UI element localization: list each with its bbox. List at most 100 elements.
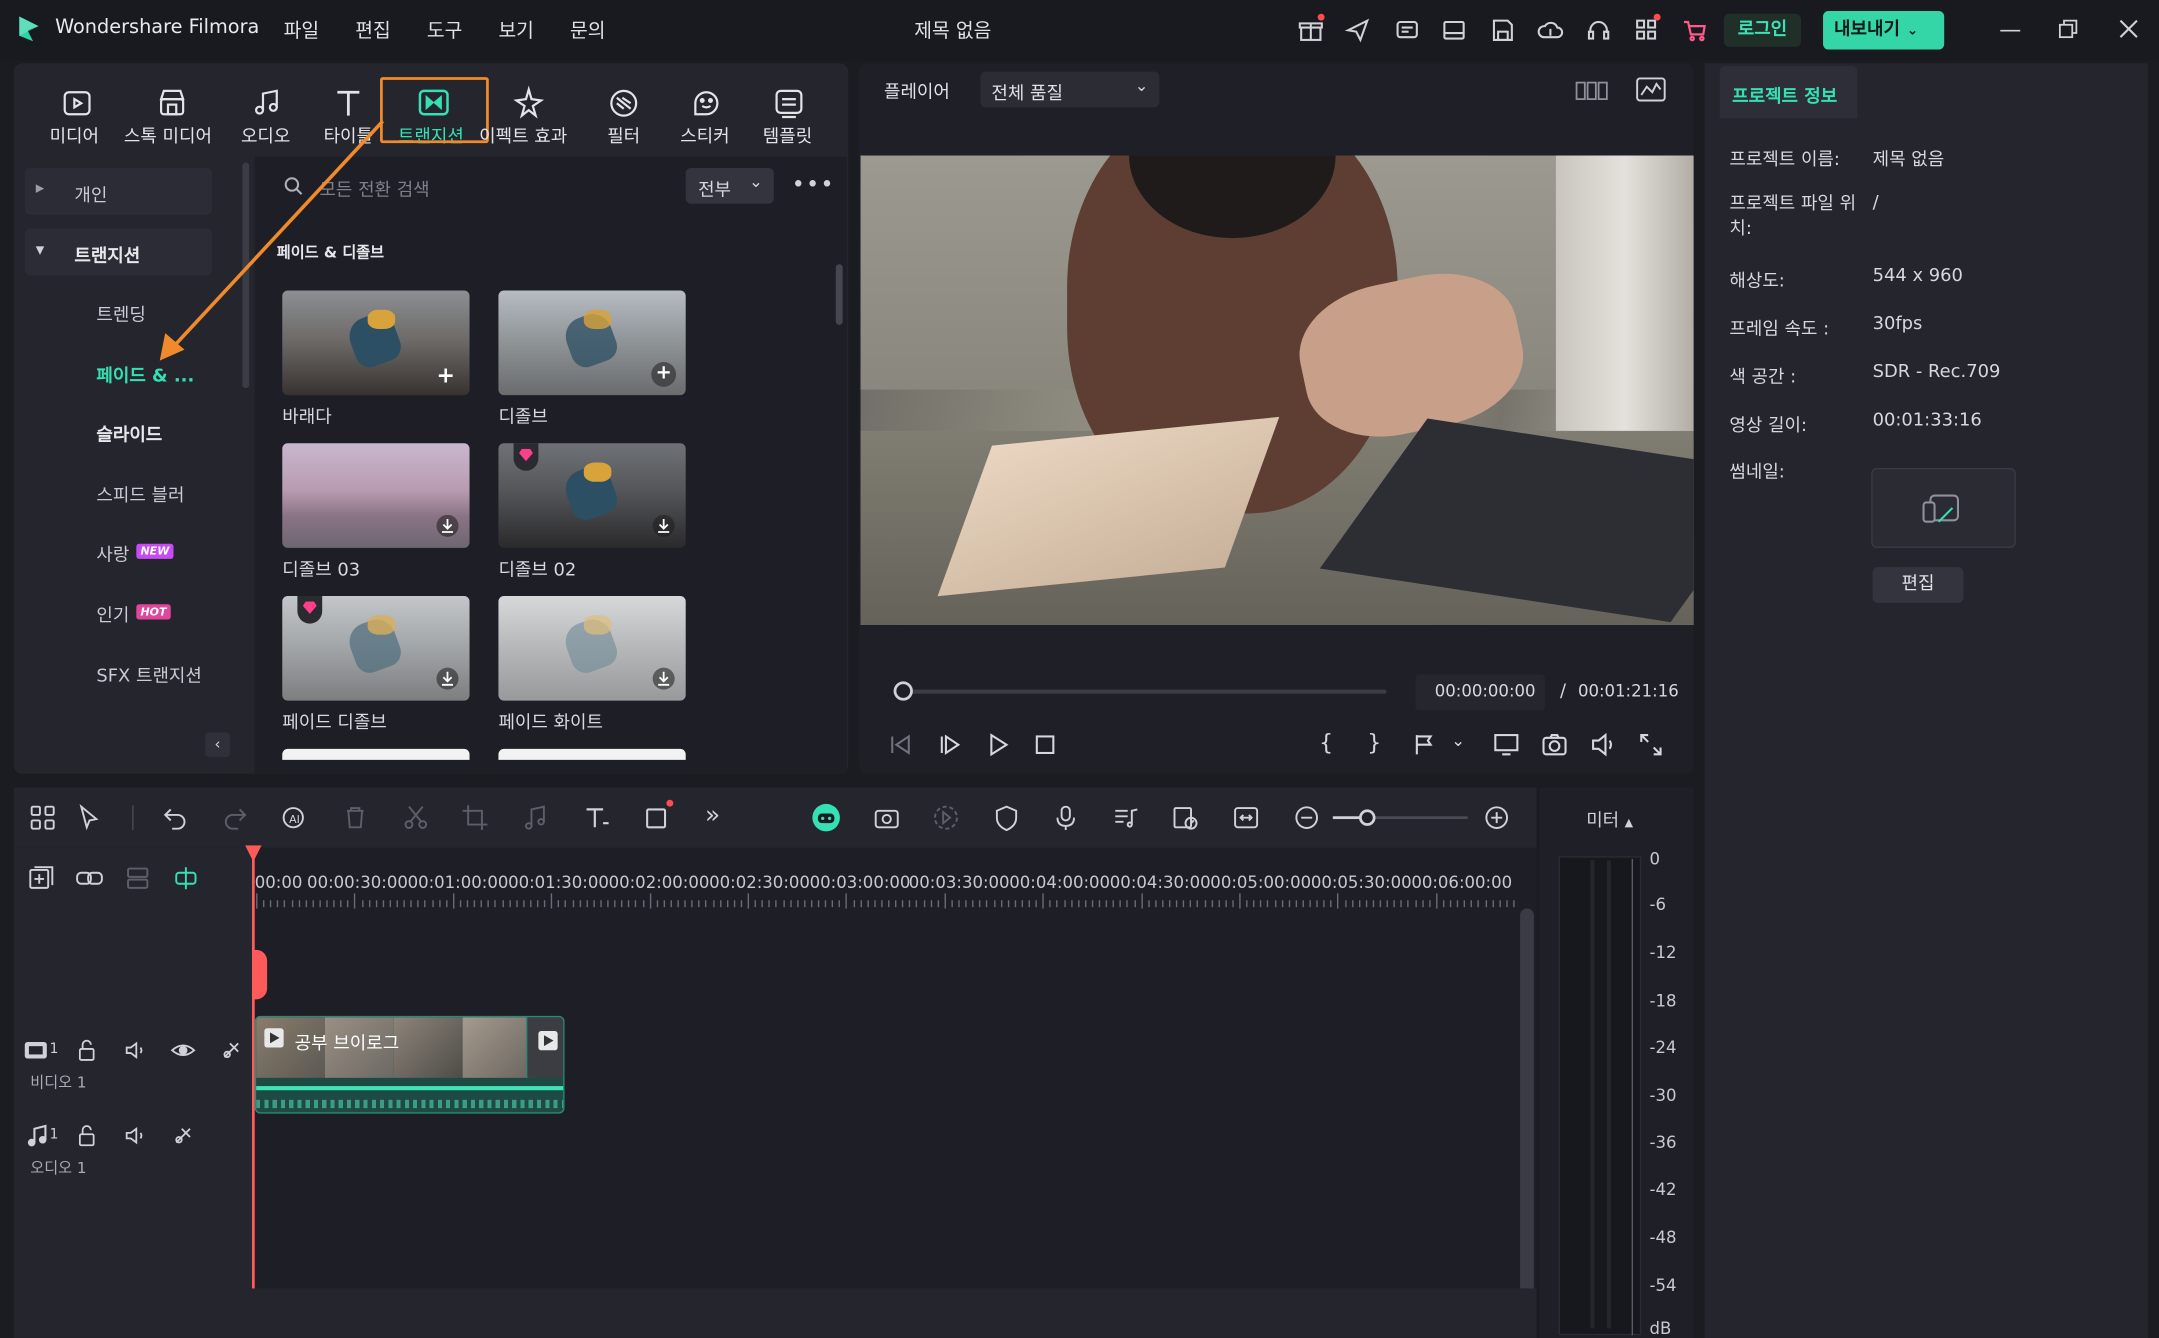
cart-icon[interactable] [1681, 17, 1709, 45]
edit-thumbnail-button[interactable]: 편집 [1872, 567, 1964, 603]
tab-media[interactable]: 미디어 [50, 121, 99, 148]
tab-effects[interactable]: 이펙트 효과 [479, 121, 567, 148]
tab-sticker[interactable]: 스티커 [680, 121, 729, 148]
speaker-icon[interactable] [123, 1123, 148, 1148]
save-icon[interactable] [1488, 17, 1516, 45]
redo-icon[interactable] [220, 803, 250, 833]
effects-icon[interactable] [511, 85, 547, 121]
ai-tool-icon[interactable]: AI [280, 803, 310, 833]
sidebar-item-trending[interactable]: 트렌딩 [96, 300, 145, 327]
sidebar-item-fade[interactable]: 페이드 & ... [96, 361, 194, 387]
menu-file[interactable]: 파일 [284, 17, 319, 45]
fullscreen-icon[interactable] [1636, 730, 1666, 760]
sidebar-item-love[interactable]: 사랑 [96, 540, 129, 566]
mute-fx-icon[interactable] [171, 1123, 196, 1148]
video-preview[interactable] [860, 155, 1694, 625]
sidebar-item-slide[interactable]: 슬라이드 [96, 420, 162, 446]
grid-scrollbar[interactable] [835, 264, 843, 325]
text-tool-icon[interactable] [581, 803, 611, 833]
video-clip[interactable]: 공부 브이로그 [254, 1015, 565, 1114]
marker-icon[interactable] [1410, 730, 1440, 760]
feedback-icon[interactable] [1393, 17, 1421, 45]
tab-filter[interactable]: 필터 [607, 121, 640, 148]
motion-icon[interactable] [931, 803, 961, 833]
ai-copilot-icon[interactable] [811, 803, 841, 833]
close-icon[interactable] [2119, 19, 2138, 38]
speaker-icon[interactable] [123, 1038, 148, 1063]
menu-view[interactable]: 보기 [498, 17, 533, 45]
snapshot-icon[interactable] [1539, 730, 1569, 760]
zoom-in-icon[interactable] [1482, 803, 1512, 833]
progress-handle[interactable] [893, 681, 913, 701]
speed-icon[interactable] [1170, 803, 1200, 833]
shape-tool-icon[interactable] [642, 803, 672, 833]
prev-frame-icon[interactable] [885, 730, 915, 760]
headset-icon[interactable] [1585, 17, 1613, 45]
chevron-down-icon[interactable]: ⌄ [1451, 731, 1465, 750]
eye-icon[interactable] [170, 1038, 196, 1063]
display-icon[interactable] [1491, 730, 1521, 760]
more-options-icon[interactable]: ••• [792, 171, 835, 197]
tab-project-info[interactable]: 프로젝트 정보 [1719, 66, 1858, 119]
crop-icon[interactable] [460, 803, 490, 833]
template-icon[interactable] [771, 85, 807, 121]
timeline-scrollbar[interactable] [1520, 908, 1534, 1322]
audio-list-icon[interactable] [1111, 803, 1141, 833]
play-icon[interactable] [983, 730, 1013, 760]
download-icon[interactable] [436, 667, 459, 690]
add-track-icon[interactable] [26, 863, 56, 893]
menu-edit[interactable]: 편집 [355, 17, 390, 45]
group-icon[interactable] [123, 863, 153, 893]
sidebar-item-speed-blur[interactable]: 스피드 블러 [96, 480, 184, 507]
sidebar-item-popular[interactable]: 인기 [96, 600, 129, 627]
layout-grid-icon[interactable] [28, 803, 58, 833]
menu-help[interactable]: 문의 [570, 17, 605, 45]
filter-icon[interactable] [606, 85, 642, 121]
more-tools-icon[interactable]: » [705, 801, 720, 830]
stop-icon[interactable] [1030, 730, 1060, 760]
thumbnail-box[interactable] [1871, 468, 2016, 548]
download-icon[interactable] [436, 514, 459, 537]
sticker-icon[interactable] [688, 85, 724, 121]
meter-label[interactable]: 미터 ▲ [1586, 805, 1633, 832]
layout-icon[interactable] [1440, 17, 1468, 45]
download-icon[interactable] [652, 667, 675, 690]
shield-icon[interactable] [991, 803, 1021, 833]
ai-camera-icon[interactable] [872, 803, 902, 833]
filter-dropdown[interactable]: 전부 ⌄ [685, 167, 774, 204]
progress-track[interactable] [893, 689, 1387, 694]
timecode-field[interactable]: 00:00:00:00 [1415, 674, 1545, 711]
playhead-tab[interactable] [253, 949, 268, 1000]
cut-icon[interactable] [401, 803, 431, 833]
delete-icon[interactable] [340, 803, 370, 833]
quality-dropdown[interactable]: 전체 품질 ⌄ [980, 71, 1160, 108]
cloud-upload-icon[interactable] [1537, 17, 1565, 45]
add-icon[interactable]: + [651, 362, 677, 387]
undo-icon[interactable] [160, 803, 190, 833]
collapse-sidebar-button[interactable]: ‹ [205, 732, 230, 758]
fit-icon[interactable] [1231, 803, 1261, 833]
restore-icon[interactable] [2058, 19, 2078, 39]
mark-in-icon[interactable]: { [1319, 730, 1333, 756]
scope-icon[interactable] [1636, 77, 1666, 102]
select-tool-icon[interactable] [76, 803, 106, 833]
link-icon[interactable] [74, 863, 104, 893]
audio-edit-icon[interactable] [520, 803, 550, 833]
media-icon[interactable] [59, 85, 95, 121]
send-icon[interactable] [1344, 17, 1372, 45]
microphone-icon[interactable] [1051, 803, 1081, 833]
login-button[interactable]: 로그인 [1723, 13, 1801, 47]
tab-template[interactable]: 템플릿 [763, 121, 812, 148]
lock-icon[interactable] [74, 1038, 99, 1063]
zoom-slider-handle[interactable] [1358, 809, 1375, 826]
lock-icon[interactable] [74, 1123, 99, 1148]
sidebar-item-sfx[interactable]: SFX 트랜지션 [96, 661, 201, 687]
minimize-icon[interactable]: — [1999, 17, 2021, 43]
mute-fx-icon[interactable] [219, 1038, 244, 1063]
zoom-out-icon[interactable] [1292, 803, 1322, 833]
mark-out-icon[interactable]: } [1367, 730, 1381, 756]
export-button[interactable]: 내보내기 ⌄ [1823, 11, 1945, 50]
next-frame-icon[interactable] [935, 730, 965, 760]
menu-tools[interactable]: 도구 [427, 17, 462, 45]
grid-view-icon[interactable] [1575, 80, 1608, 102]
